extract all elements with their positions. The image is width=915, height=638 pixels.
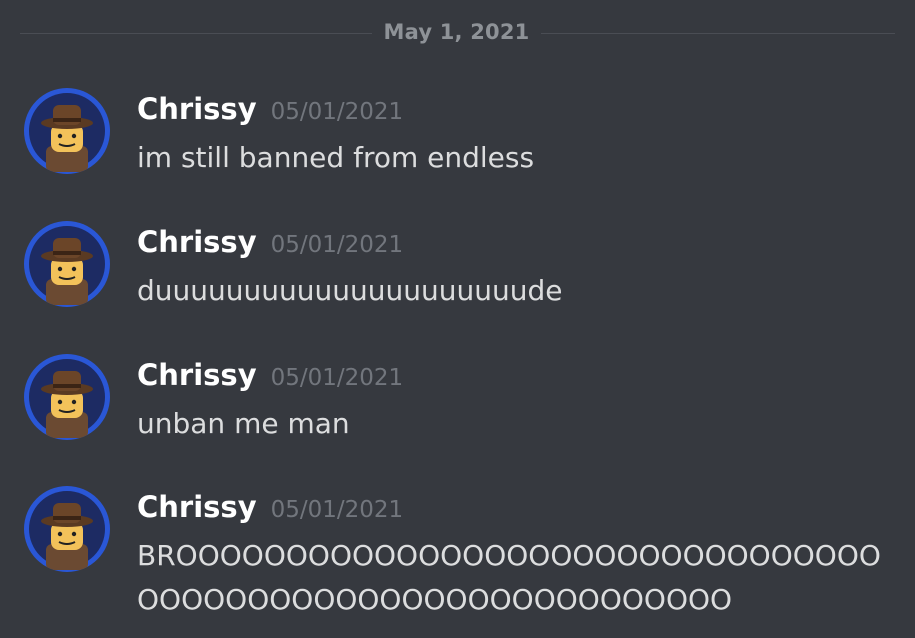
message-header: Chrissy 05/01/2021 [137, 92, 403, 126]
message-text: BROOOOOOOOOOOOOOOOOOOOOOOOOOOOOOOOOOOOOO… [137, 539, 881, 616]
divider-line-left [20, 33, 372, 34]
timestamp: 05/01/2021 [270, 232, 404, 258]
username[interactable]: Chrissy [137, 358, 257, 392]
message-text: im still banned from endless [137, 141, 535, 174]
message-header: Chrissy 05/01/2021 [137, 225, 403, 259]
username[interactable]: Chrissy [137, 225, 257, 259]
divider-date: May 1, 2021 [383, 20, 530, 44]
timestamp: 05/01/2021 [270, 365, 404, 391]
user-avatar[interactable] [24, 221, 110, 307]
message-header: Chrissy 05/01/2021 [137, 358, 403, 392]
message-header: Chrissy 05/01/2021 [137, 490, 403, 524]
lego-minifigure-avatar-icon [29, 226, 105, 305]
divider-line-right [541, 33, 895, 34]
message-text: duuuuuuuuuuuuuuuuuuuuude [137, 274, 563, 307]
user-avatar[interactable] [24, 486, 110, 572]
date-divider: May 1, 2021 [0, 14, 915, 54]
lego-minifigure-avatar-icon [29, 93, 105, 172]
timestamp: 05/01/2021 [270, 497, 404, 523]
username[interactable]: Chrissy [137, 92, 257, 126]
timestamp: 05/01/2021 [270, 99, 404, 125]
lego-minifigure-avatar-icon [29, 359, 105, 438]
username[interactable]: Chrissy [137, 490, 257, 524]
user-avatar[interactable] [24, 88, 110, 174]
lego-minifigure-avatar-icon [29, 491, 105, 570]
message-text: unban me man [137, 407, 350, 440]
user-avatar[interactable] [24, 354, 110, 440]
